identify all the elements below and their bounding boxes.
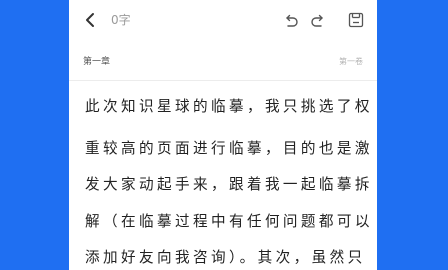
save-button[interactable] — [347, 10, 365, 30]
word-count: 0字 — [111, 13, 131, 27]
back-button[interactable] — [81, 10, 99, 30]
content-line: 重较高的页面进行临摹，目的也是激 — [85, 139, 373, 157]
redo-button[interactable] — [309, 10, 327, 30]
content-line: 解（在临摹过程中有任何问题都可以 — [85, 212, 373, 230]
chapter-content-editor[interactable]: 此次知识星球的临摹，我只挑选了权 重较高的页面进行临摹，目的也是激 发大家动起手… — [85, 82, 373, 270]
chapter-header: 第一章 第一卷 — [69, 42, 377, 81]
redo-icon — [311, 14, 323, 27]
screen-background: 0字 第一章 第一卷 此次知识星球的临摹，我只挑选了权 重较高的页面进行临摹，目… — [0, 0, 448, 270]
volume-selector[interactable]: 第一卷 — [339, 57, 363, 67]
content-line: 添加好友向我咨询）。其次，虽然只 — [85, 249, 366, 267]
chapter-title-input[interactable]: 第一章 — [83, 56, 110, 68]
chevron-left-icon — [86, 13, 94, 27]
save-icon — [348, 12, 364, 28]
editor-toolbar: 0字 — [69, 0, 377, 42]
content-line: 发大家动起手来，跟着我一起临摹拆 — [85, 176, 373, 194]
undo-button[interactable] — [282, 10, 300, 30]
editor-screen: 0字 第一章 第一卷 此次知识星球的临摹，我只挑选了权 重较高的页面进行临摹，目… — [69, 0, 377, 270]
undo-icon — [286, 14, 298, 27]
content-line: 此次知识星球的临摹，我只挑选了权 — [85, 98, 373, 115]
